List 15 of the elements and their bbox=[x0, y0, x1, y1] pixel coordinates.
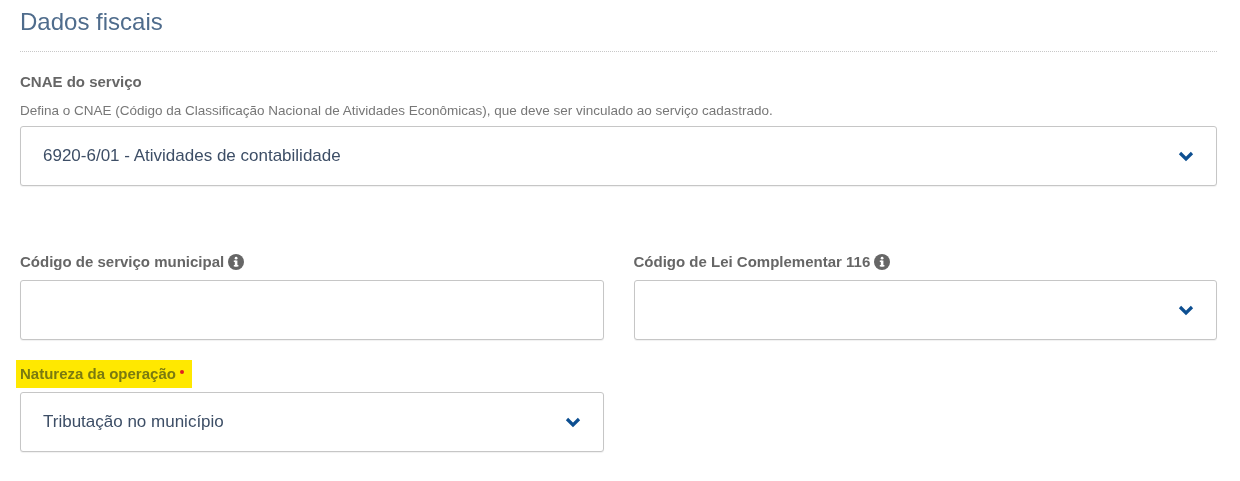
info-icon[interactable] bbox=[228, 254, 245, 270]
field-description: Defina o CNAE (Código da Classificação Nacional de Atividades Econômicas), que deve ser vinculado ao serviço cadastrado. bbox=[20, 102, 774, 120]
section-title: Dados fiscais bbox=[20, 7, 163, 37]
chevron-down-icon bbox=[1178, 150, 1194, 162]
field-label: CNAE do serviço bbox=[20, 72, 142, 92]
input-field[interactable] bbox=[20, 280, 604, 340]
select-field[interactable] bbox=[633, 280, 1217, 340]
chevron-down-icon bbox=[1178, 304, 1194, 316]
select-field[interactable]: Tributação no município bbox=[20, 392, 604, 452]
chevron-down-icon bbox=[564, 416, 581, 428]
field-label: Código de Lei Complementar 116 bbox=[633, 252, 871, 272]
info-icon[interactable] bbox=[874, 254, 891, 270]
field-label: Código de serviço municipal bbox=[20, 252, 225, 272]
field-label: Natureza da operação bbox=[20, 364, 176, 384]
select-field[interactable]: 6920-6/01 - Atividades de contabilidade bbox=[20, 126, 1217, 186]
